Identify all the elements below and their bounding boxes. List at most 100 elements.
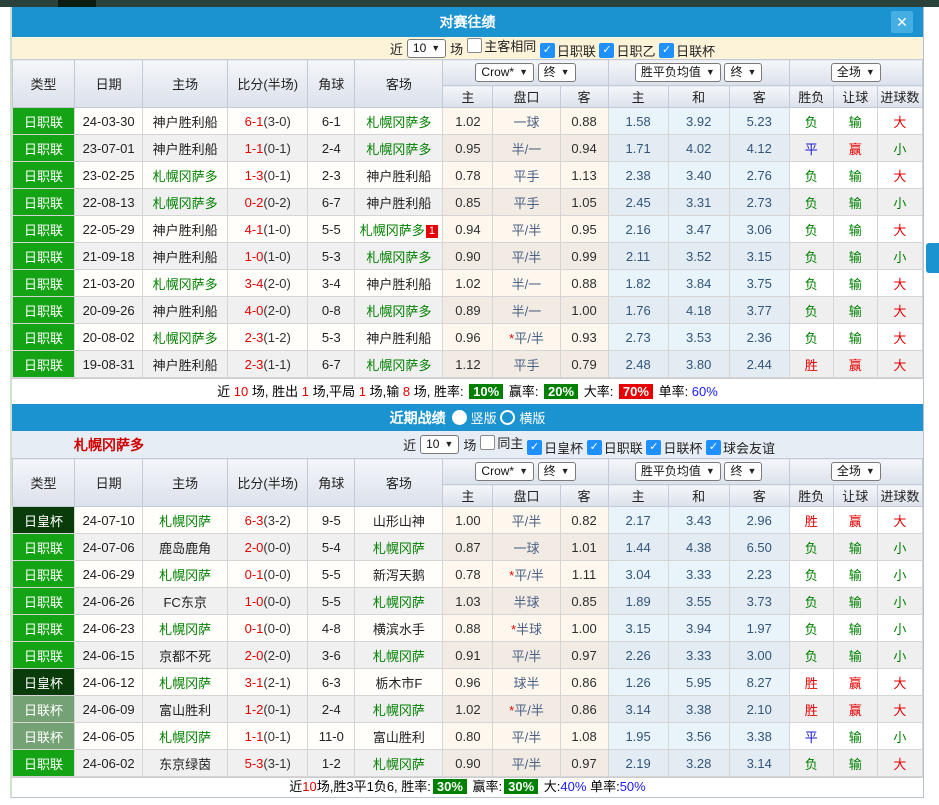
euro-home-odds: 1.95 [608,723,668,750]
near-label: 近 [390,39,403,58]
away-team-cell: 札幌冈萨 [355,588,443,615]
filter-checkbox[interactable]: ✓日皇杯 [527,438,583,457]
h2h-table: 类型 日期 主场 比分(半场) 角球 客场 Crow*▼ 终▼ 胜平负均值▼ 终… [12,59,923,378]
checkbox-icon[interactable]: ✓ [540,43,555,58]
filter-checkbox[interactable]: ✓球会友谊 [706,438,775,457]
euro-avg-select[interactable]: 胜平负均值▼ [635,462,721,481]
away-team-cell: 札幌冈萨多 [355,108,443,135]
home-team-cell: 札幌冈萨多 [143,324,228,351]
league-cell: 日职联 [13,615,75,642]
result-wdl: 负 [789,216,833,243]
euro-draw-odds: 3.33 [668,561,729,588]
bookmaker-select[interactable]: Crow*▼ [475,462,534,481]
home-team-cell: 神户胜利船 [143,216,228,243]
filter-checkbox[interactable]: ✓日联杯 [659,41,715,60]
filter-checkbox[interactable]: ✓日职乙 [599,41,655,60]
handicap-cell: 平/半 [493,750,560,777]
euro-odds-controls: 胜平负均值▼ 终▼ [608,459,789,485]
league-cell: 日职联 [13,750,75,777]
chevron-down-icon: ▼ [706,65,715,80]
result-goals: 大 [877,324,922,351]
checkbox-icon[interactable] [467,38,482,53]
euro-state-select[interactable]: 终▼ [724,462,762,481]
result-handicap: 输 [833,561,877,588]
result-handicap: 输 [833,615,877,642]
scope-select[interactable]: 全场▼ [831,462,881,481]
corner-cell: 6-3 [308,669,355,696]
asia-home-odds: 0.80 [443,723,493,750]
checkbox-icon[interactable]: ✓ [659,43,674,58]
scope-select[interactable]: 全场▼ [831,63,881,82]
result-goals: 大 [877,507,922,534]
chevron-down-icon: ▼ [561,464,570,479]
odds-state-select[interactable]: 终▼ [538,462,576,481]
top-strip-segment [58,0,96,7]
close-icon[interactable]: ✕ [891,11,913,33]
euro-away-odds: 2.44 [729,351,789,378]
asia-away-odds: 1.11 [560,561,608,588]
checkbox-icon[interactable]: ✓ [599,43,614,58]
asia-away-odds: 1.00 [560,615,608,642]
checkbox-icon[interactable]: ✓ [527,440,542,455]
corner-cell: 0-8 [308,297,355,324]
league-cell: 日职联 [13,561,75,588]
checkbox-icon[interactable] [480,435,495,450]
recent-table: 类型 日期 主场 比分(半场) 角球 客场 Crow*▼ 终▼ 胜平负均值▼ 终… [12,458,923,777]
date-cell: 24-06-23 [75,615,143,642]
radio-icon[interactable] [500,410,515,425]
date-cell: 23-02-25 [75,162,143,189]
match-row: 日职联24-06-23札幌冈萨0-1(0-0)4-8横滨水手0.88*半球1.0… [13,615,923,642]
result-handicap: 赢 [833,507,877,534]
score-cell: 4-0(2-0) [228,297,308,324]
checkbox-icon[interactable]: ✓ [706,440,721,455]
away-team-cell: 札幌冈萨多 [355,243,443,270]
recent-count-select[interactable]: 10▼ [420,435,459,454]
asia-away-odds: 0.97 [560,642,608,669]
col-home: 主场 [143,459,228,507]
chevron-down-icon: ▼ [519,65,528,80]
radio-icon[interactable] [452,410,467,425]
checkbox-icon[interactable]: ✓ [587,440,602,455]
handicap-cell: 平/半 [493,642,560,669]
result-goals: 小 [877,588,922,615]
score-cell: 6-1(3-0) [228,108,308,135]
euro-draw-odds: 3.55 [668,588,729,615]
home-team-cell: 神户胜利船 [143,297,228,324]
result-goals: 小 [877,561,922,588]
side-drawer-handle[interactable] [926,243,939,273]
chevron-down-icon: ▼ [706,464,715,479]
result-goals: 大 [877,351,922,378]
asia-home-odds: 0.96 [443,669,493,696]
euro-home-odds: 3.15 [608,615,668,642]
odds-state-select[interactable]: 终▼ [538,63,576,82]
layout-radio[interactable]: 横版 [500,408,545,427]
filter-checkbox[interactable]: 同主 [480,433,523,452]
filter-checkbox[interactable]: ✓日联杯 [646,438,702,457]
euro-home-odds: 2.16 [608,216,668,243]
filter-checkbox[interactable]: 主客相同 [467,36,536,55]
h2h-count-select[interactable]: 10▼ [407,39,446,58]
asia-home-odds: 0.91 [443,642,493,669]
score-cell: 0-1(0-0) [228,561,308,588]
euro-avg-select[interactable]: 胜平负均值▼ [635,63,721,82]
bookmaker-select[interactable]: Crow*▼ [475,63,534,82]
checkbox-icon[interactable]: ✓ [646,440,661,455]
chevron-down-icon: ▼ [866,65,875,80]
away-team-cell: 富山胜利 [355,723,443,750]
filter-checkbox[interactable]: ✓日职联 [587,438,643,457]
corner-cell: 2-4 [308,696,355,723]
euro-state-select[interactable]: 终▼ [724,63,762,82]
red-card-badge: 1 [426,225,438,238]
match-row: 日职联21-03-20札幌冈萨多3-4(2-0)3-4神户胜利船1.02半/一0… [13,270,923,297]
away-team-cell: 札幌冈萨多 [355,135,443,162]
match-row: 日职联20-08-02札幌冈萨多2-3(1-2)5-3神户胜利船0.96*平/半… [13,324,923,351]
layout-radio[interactable]: 竖版 [452,408,497,427]
col-score: 比分(半场) [228,459,308,507]
rate-badge: 30% [504,779,538,794]
asia-away-odds: 0.93 [560,324,608,351]
filter-checkbox[interactable]: ✓日职联 [540,41,596,60]
asia-away-odds: 1.08 [560,723,608,750]
league-cell: 日职联 [13,534,75,561]
col-result-handicap: 让球 [833,485,877,507]
home-team-cell: 神户胜利船 [143,135,228,162]
